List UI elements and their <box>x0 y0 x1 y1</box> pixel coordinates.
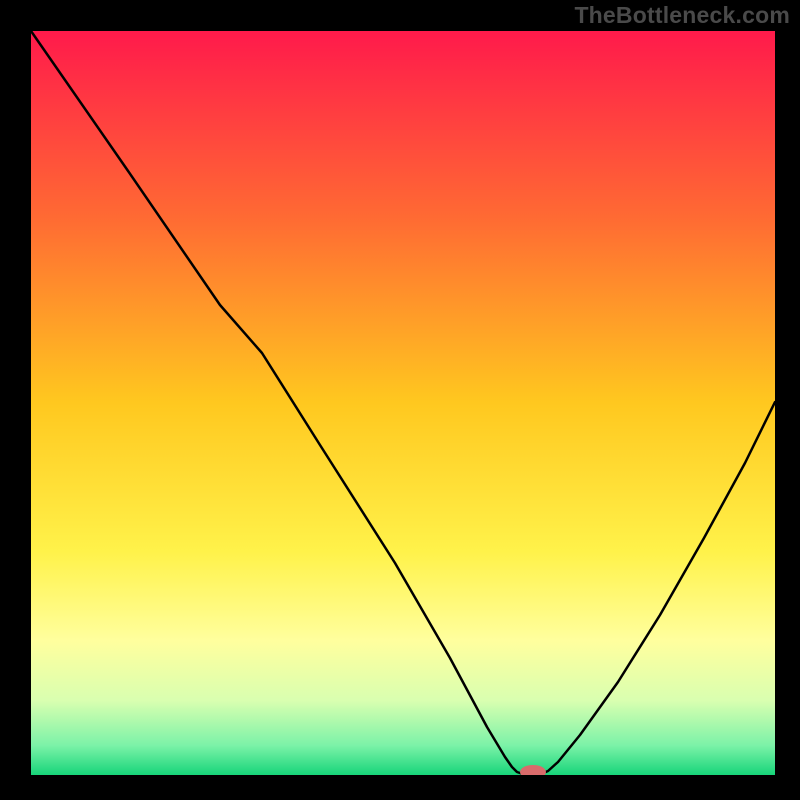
chart-frame: TheBottleneck.com <box>0 0 800 800</box>
plot-background <box>31 31 775 775</box>
optimal-marker <box>520 765 546 779</box>
chart-svg <box>0 0 800 800</box>
